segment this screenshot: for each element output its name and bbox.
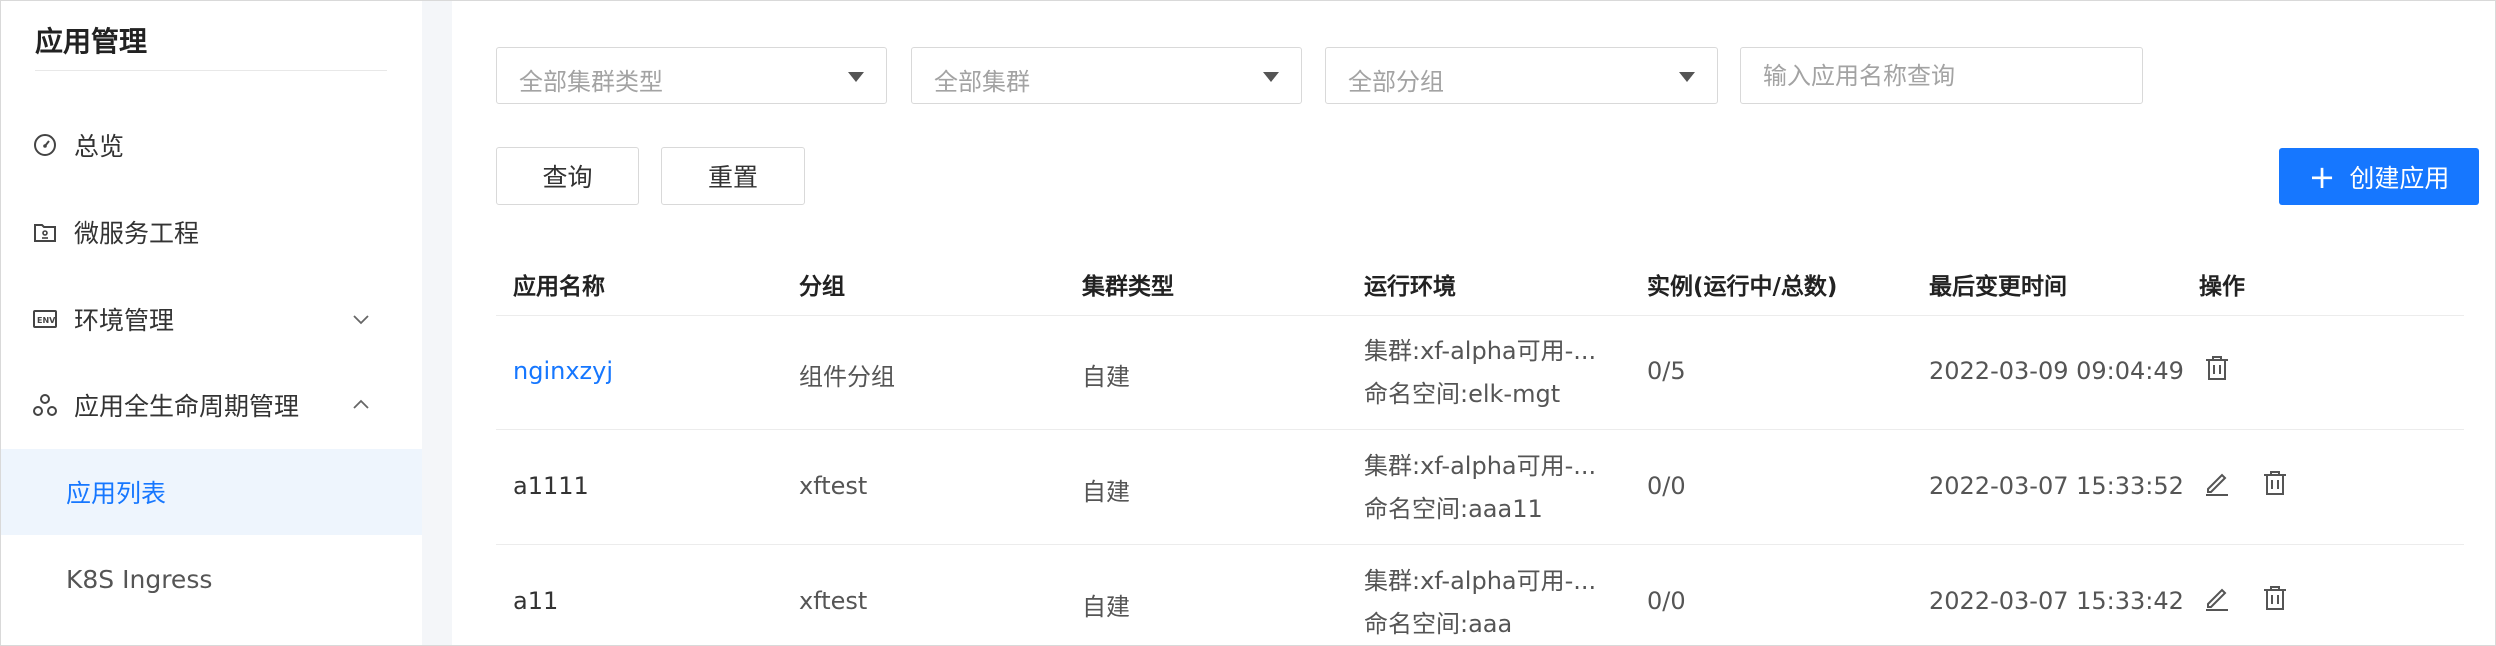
table-divider [496, 315, 2464, 316]
sidebar-item-label: 环境管理 [74, 306, 175, 335]
query-button[interactable]: 查询 [496, 147, 639, 205]
group-placeholder: 全部分组 [1348, 68, 1444, 96]
sidebar-item-env-management[interactable]: ENV 环境管理 [0, 276, 422, 362]
app-name-cell[interactable]: a1111 [513, 472, 589, 500]
env-namespace: 命名空间:aaa [1364, 610, 1513, 638]
col-header-updated: 最后变更时间 [1929, 274, 2067, 300]
sidebar-item-microservice-project[interactable]: 微服务工程 [0, 189, 422, 275]
env-namespace: 命名空间:aaa11 [1364, 495, 1543, 523]
plus-icon: + [2308, 157, 2336, 196]
table-divider [496, 429, 2464, 430]
project-icon [34, 224, 56, 242]
col-header-instances: 实例(运行中/总数) [1647, 274, 1838, 300]
sidebar: 应用管理 总览 微服务工程 ENV 环境管理 应用全生命周期管理 应用列表 K8… [0, 0, 422, 646]
col-header-name: 应用名称 [513, 274, 605, 300]
updated-cell: 2022-03-07 15:33:42 [1929, 587, 2184, 615]
instances-cell: 0/0 [1647, 472, 1686, 500]
instances-cell: 0/0 [1647, 587, 1686, 615]
cluster-type-select[interactable]: 全部集群类型 [496, 47, 887, 104]
sidebar-item-label: 微服务工程 [74, 219, 200, 248]
app-name-cell[interactable]: a11 [513, 587, 558, 615]
sidebar-title: 应用管理 [35, 25, 148, 58]
env-cluster: 集群:xf-alpha可用-... [1364, 567, 1597, 595]
edit-icon[interactable] [2202, 583, 2232, 613]
col-header-env: 运行环境 [1364, 274, 1456, 300]
cluster-type-cell: 自建 [1082, 363, 1130, 391]
sidebar-item-label: 总览 [74, 132, 125, 161]
create-app-label: 创建应用 [2349, 163, 2450, 193]
env-namespace: 命名空间:elk-mgt [1364, 380, 1561, 408]
caret-down-icon [1263, 72, 1279, 82]
app-name-search-input[interactable] [1740, 47, 2143, 104]
delete-icon[interactable] [2260, 583, 2290, 613]
app-name-link[interactable]: nginxzyj [513, 357, 613, 385]
dashboard-icon [34, 134, 56, 156]
caret-down-icon [1679, 72, 1695, 82]
reset-button[interactable]: 重置 [661, 147, 805, 205]
content-gutter [422, 0, 452, 646]
cluster-placeholder: 全部集群 [934, 68, 1030, 96]
updated-cell: 2022-03-07 15:33:52 [1929, 472, 2184, 500]
sidebar-item-label: 应用全生命周期管理 [74, 392, 300, 421]
table-divider [496, 544, 2464, 545]
group-cell: xftest [799, 472, 868, 500]
lifecycle-icon [33, 394, 57, 416]
env-cluster: 集群:xf-alpha可用-... [1364, 452, 1597, 480]
chevron-down-icon [353, 315, 369, 325]
col-header-cluster-type: 集群类型 [1082, 274, 1174, 300]
cluster-type-placeholder: 全部集群类型 [519, 68, 663, 96]
cluster-type-cell: 自建 [1082, 593, 1130, 621]
updated-cell: 2022-03-09 09:04:49 [1929, 357, 2184, 385]
cluster-select[interactable]: 全部集群 [911, 47, 1302, 104]
env-cluster: 集群:xf-alpha可用-... [1364, 337, 1597, 365]
sidebar-item-label: K8S Ingress [66, 564, 213, 594]
env-icon: ENV [33, 310, 57, 328]
sidebar-item-app-list[interactable]: 应用列表 [0, 449, 422, 535]
sidebar-item-k8s-ingress[interactable]: K8S Ingress [0, 536, 422, 622]
group-cell: xftest [799, 587, 868, 615]
edit-icon[interactable] [2202, 468, 2232, 498]
env-cell: 集群:xf-alpha可用-... 命名空间:aaa [1364, 560, 1596, 646]
sidebar-divider [35, 70, 387, 71]
group-select[interactable]: 全部分组 [1325, 47, 1718, 104]
sidebar-item-app-lifecycle[interactable]: 应用全生命周期管理 [0, 362, 422, 448]
col-header-group: 分组 [799, 274, 845, 300]
col-header-actions: 操作 [2199, 274, 2245, 300]
sidebar-item-label: 应用列表 [66, 479, 167, 508]
cluster-type-cell: 自建 [1082, 478, 1130, 506]
svg-text:ENV: ENV [37, 316, 56, 325]
delete-icon[interactable] [2202, 353, 2232, 383]
group-cell: 组件分组 [799, 363, 895, 391]
env-cell: 集群:xf-alpha可用-... 命名空间:aaa11 [1364, 445, 1596, 531]
delete-icon[interactable] [2260, 468, 2290, 498]
instances-cell: 0/5 [1647, 357, 1686, 385]
create-app-button[interactable]: + 创建应用 [2279, 148, 2479, 205]
sidebar-item-overview[interactable]: 总览 [0, 102, 422, 188]
env-cell: 集群:xf-alpha可用-... 命名空间:elk-mgt [1364, 330, 1596, 416]
caret-down-icon [848, 72, 864, 82]
chevron-up-icon [353, 399, 369, 409]
